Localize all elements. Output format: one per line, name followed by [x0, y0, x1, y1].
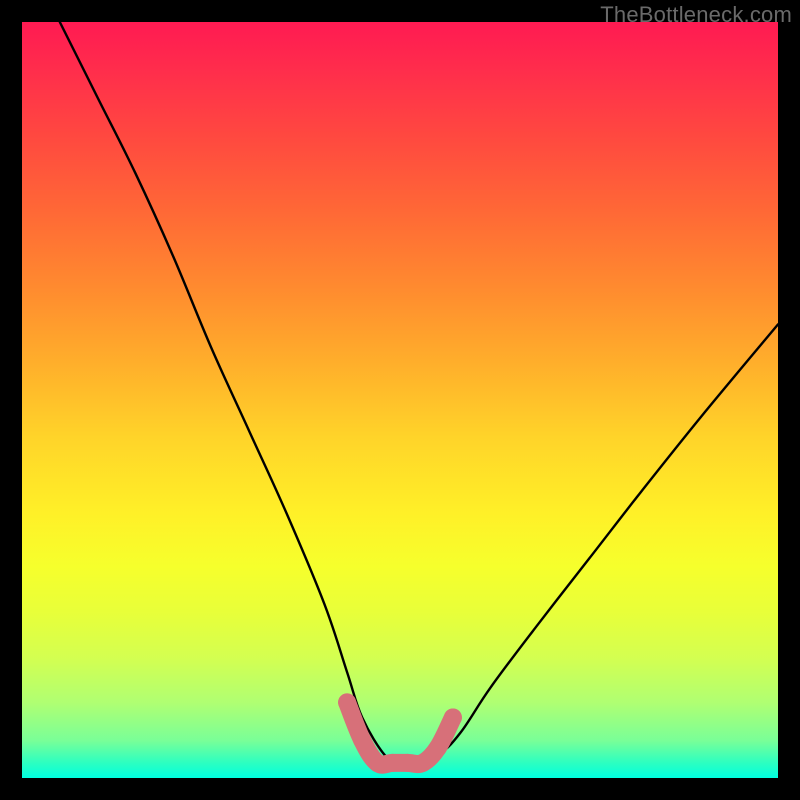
pink-dot — [444, 709, 462, 727]
chart-line-black — [60, 22, 778, 764]
pink-dot — [338, 693, 356, 711]
pink-dot — [353, 731, 371, 749]
pink-dot — [414, 754, 432, 772]
pink-dot — [429, 739, 447, 757]
chart-svg — [22, 22, 778, 778]
chart-plot-area — [22, 22, 778, 778]
chart-frame: TheBottleneck.com — [0, 0, 800, 800]
watermark-text: TheBottleneck.com — [600, 2, 792, 28]
